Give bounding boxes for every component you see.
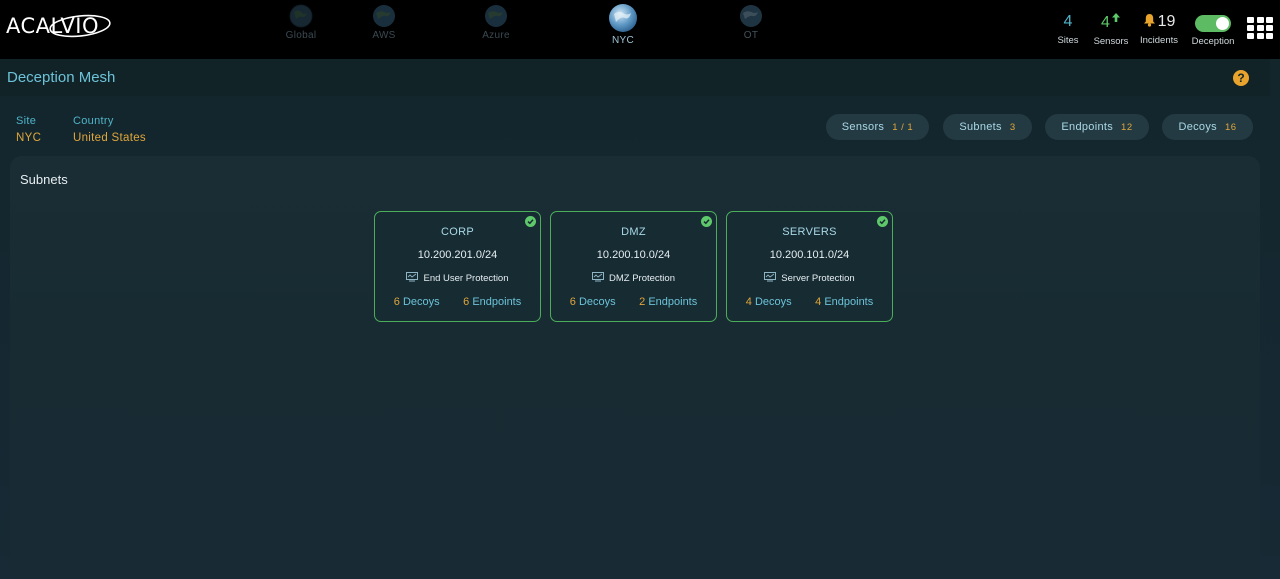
country-value: United States: [73, 132, 146, 144]
subnet-card-corp[interactable]: CORP 10.200.201.0/24 End User Protection…: [374, 211, 541, 322]
sensors-stat[interactable]: 4 Sensors: [1091, 12, 1131, 47]
profile-icon: [406, 272, 419, 282]
subnet-name: CORP: [441, 226, 474, 238]
site-tab-global[interactable]: Global: [266, 4, 336, 41]
decoys-count: 6: [393, 296, 400, 308]
subnet-decoys[interactable]: 6 Decoys: [394, 296, 440, 308]
sites-count: 4: [1063, 13, 1073, 30]
decoys-label: Decoys: [402, 296, 440, 308]
sites-label: Sites: [1057, 35, 1079, 46]
subnet-cidr: 10.200.10.0/24: [596, 249, 671, 261]
subnet-cidr: 10.200.101.0/24: [769, 249, 850, 261]
subnet-profile-label: Server Protection: [781, 273, 855, 284]
globe-icon: [289, 4, 313, 28]
site-tab-label: Global: [285, 30, 317, 41]
country-info: Country United States: [73, 115, 146, 144]
profile-icon: [764, 272, 777, 282]
subnet-profile: DMZ Protection: [551, 272, 716, 284]
app-grid-icon[interactable]: [1247, 17, 1273, 39]
sensors-label: Sensors: [1093, 36, 1129, 47]
endpoints-count: 4: [815, 296, 822, 308]
endpoints-count: 2: [639, 296, 646, 308]
decoys-count: 6: [569, 296, 576, 308]
deception-toggle[interactable]: [1195, 15, 1231, 32]
help-icon[interactable]: ?: [1233, 70, 1249, 86]
subnet-cidr: 10.200.201.0/24: [417, 249, 498, 261]
incidents-count: 19: [1157, 13, 1176, 30]
top-bar: ACALVIO Global AWS Azure NYC OT 4 Sites …: [0, 0, 1280, 58]
subnets-panel: Subnets CORP 10.200.201.0/24 End User Pr…: [10, 156, 1260, 579]
subnet-endpoints[interactable]: 4 Endpoints: [815, 296, 873, 308]
endpoints-label: Endpoints: [472, 296, 522, 308]
globe-icon: [373, 5, 395, 27]
sensors-pill[interactable]: Sensors 1 / 1: [826, 114, 929, 140]
subnet-profile: End User Protection: [375, 272, 540, 284]
arrow-up-icon: [1111, 13, 1120, 22]
incidents-label: Incidents: [1139, 35, 1179, 46]
toggle-knob: [1216, 17, 1229, 30]
subnet-profile-label: End User Protection: [423, 273, 509, 284]
decoys-count: 4: [745, 296, 752, 308]
site-tab-ot[interactable]: OT: [716, 4, 786, 41]
acalvio-logo[interactable]: ACALVIO: [6, 13, 111, 39]
subnets-pill[interactable]: Subnets 3: [943, 114, 1032, 140]
sites-stat[interactable]: 4 Sites: [1052, 12, 1084, 46]
sensors-count: 4: [1101, 14, 1110, 31]
globe-icon: [740, 5, 762, 27]
site-key: Site: [16, 115, 37, 127]
site-tab-azure[interactable]: Azure: [461, 4, 531, 41]
globe-icon: [609, 4, 637, 32]
subnet-name: DMZ: [621, 226, 646, 238]
pill-label: Decoys: [1178, 121, 1217, 133]
logo-text: ACALVIO: [6, 14, 100, 38]
main-content: Deception Mesh ? Site NYC Country United…: [0, 59, 1280, 579]
profile-icon: [592, 272, 604, 282]
site-info: Site NYC: [16, 115, 41, 144]
subnet-endpoints[interactable]: 6 Endpoints: [463, 296, 521, 308]
pill-label: Subnets: [959, 121, 1002, 133]
site-tab-label: OT: [743, 30, 759, 41]
pill-value: 3: [1009, 121, 1016, 133]
site-tab-aws[interactable]: AWS: [349, 4, 419, 41]
endpoints-pill[interactable]: Endpoints 12: [1045, 114, 1149, 140]
site-tab-label: Azure: [482, 30, 510, 41]
site-tab-nyc[interactable]: NYC: [588, 3, 658, 46]
pill-value: 1 / 1: [892, 121, 914, 133]
site-tab-label: AWS: [372, 30, 396, 41]
subnet-decoys[interactable]: 4 Decoys: [746, 296, 792, 308]
page-title: Deception Mesh: [7, 69, 116, 86]
pill-value: 16: [1224, 121, 1237, 133]
bell-icon: [1143, 14, 1155, 27]
globe-icon: [485, 5, 507, 27]
subnet-decoys[interactable]: 6 Decoys: [570, 296, 616, 308]
site-tab-label: NYC: [611, 35, 634, 46]
subnet-profile-label: DMZ Protection: [609, 273, 675, 284]
subnets-title: Subnets: [20, 172, 68, 187]
incidents-stat[interactable]: 19 Incidents: [1137, 12, 1181, 46]
subnet-card-dmz[interactable]: DMZ 10.200.10.0/24 DMZ Protection 6 Deco…: [550, 211, 717, 322]
deception-stat: Deception: [1188, 12, 1238, 47]
page-header: Deception Mesh ?: [0, 59, 1270, 96]
site-value: NYC: [16, 132, 42, 144]
subnet-card-servers[interactable]: SERVERS 10.200.101.0/24 Server Protectio…: [726, 211, 893, 322]
endpoints-count: 6: [463, 296, 470, 308]
decoys-pill[interactable]: Decoys 16: [1162, 114, 1253, 140]
subnet-profile: Server Protection: [727, 272, 892, 284]
subnet-endpoints[interactable]: 2 Endpoints: [639, 296, 697, 308]
country-key: Country: [73, 115, 114, 127]
decoys-label: Decoys: [754, 296, 792, 308]
endpoints-label: Endpoints: [648, 296, 698, 308]
deception-label: Deception: [1191, 36, 1235, 47]
pill-label: Endpoints: [1061, 121, 1114, 133]
decoys-label: Decoys: [578, 296, 616, 308]
pill-label: Sensors: [841, 121, 885, 133]
subnet-name: SERVERS: [782, 226, 837, 238]
pill-value: 12: [1121, 121, 1133, 133]
endpoints-label: Endpoints: [824, 296, 874, 308]
